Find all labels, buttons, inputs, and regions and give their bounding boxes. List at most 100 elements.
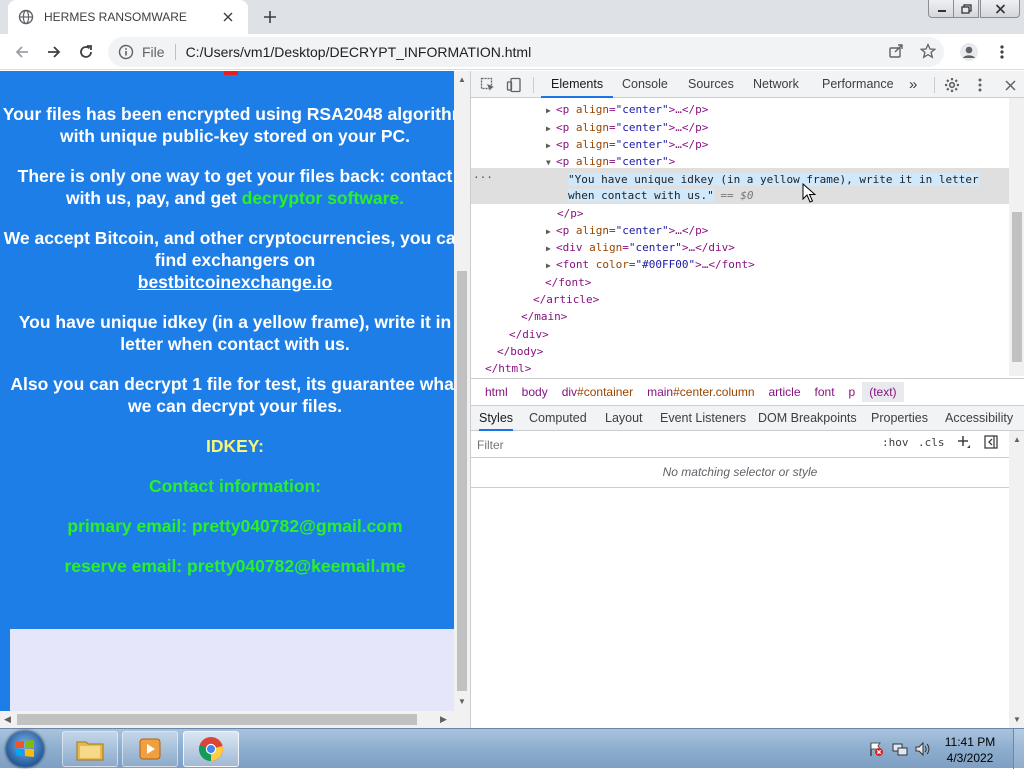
clock-date: 4/3/2022 [946,751,994,765]
dom-tree: ▶ <p align="center">…</p> ▶ <p align="cent… [471,98,1009,376]
browser-menu-button[interactable] [990,40,1014,64]
taskbar-media-player-button[interactable] [122,731,178,767]
back-arrow-icon [15,46,28,58]
dom-node[interactable]: ▶ <p align="center">…</p> [546,222,708,239]
volume-icon[interactable] [914,741,930,757]
close-window-button[interactable] [980,0,1020,18]
ransom-note-content: Your files has been encrypted using RSA2… [0,71,454,595]
tab-computed[interactable]: Computed [529,406,587,431]
forward-button[interactable] [42,40,66,64]
new-tab-button[interactable] [258,6,282,28]
scroll-right-arrow-icon[interactable]: ▶ [440,714,447,725]
tab-layout[interactable]: Layout [605,406,643,431]
reload-button[interactable] [74,40,98,64]
restore-button[interactable] [953,0,979,18]
action-center-flag-icon[interactable] [868,741,884,757]
dom-node[interactable]: ▶ <font color="#00FF00">…</font> [546,256,755,273]
dom-node[interactable]: ▶ <p align="center">…</p> [546,119,708,136]
tab-elements[interactable]: Elements [541,71,614,98]
dom-node-close[interactable]: </body> [497,343,543,360]
tab-network[interactable]: Network [753,71,799,98]
taskbar-chrome-button[interactable] [183,731,239,767]
tab-console[interactable]: Console [622,71,668,98]
dom-node-close[interactable]: </font> [545,274,591,291]
dom-scroll-thumb[interactable] [1012,212,1022,362]
dom-node-close[interactable]: </p> [557,205,584,222]
browser-tab[interactable]: HERMES RANSOMWARE [8,0,248,34]
start-button[interactable] [6,731,44,767]
idkey-paragraph: You have unique idkey (in a yellow frame… [18,312,452,354]
browser-toolbar: File C:/Users/vm1/Desktop/DECRYPT_INFORM… [0,34,1024,70]
share-icon[interactable] [888,43,904,59]
breadcrumb-body[interactable]: body [515,382,555,402]
styles-scrollbar[interactable]: ▲ ▼ [1009,431,1024,728]
close-tab-icon[interactable] [218,7,238,27]
settings-gear-icon[interactable] [943,76,961,94]
dom-node-close[interactable]: </html> [485,360,531,376]
add-style-rule-icon[interactable] [957,435,971,449]
profile-avatar-button[interactable] [957,40,981,64]
tab-dom-breakpoints[interactable]: DOM Breakpoints [758,406,857,431]
mouse-cursor-icon [802,183,816,203]
selected-text-node-cont[interactable]: when contact with us." == $0 [568,187,753,204]
breadcrumb-font[interactable]: font [808,382,842,402]
scroll-up-arrow-icon[interactable]: ▲ [458,75,466,84]
breadcrumb-main[interactable]: main#center.column [640,382,761,402]
breadcrumb-text[interactable]: (text) [862,382,904,402]
minimize-button[interactable] [928,0,956,18]
breadcrumb-p[interactable]: p [842,382,863,402]
scroll-up-arrow-icon[interactable]: ▲ [1013,435,1021,444]
breadcrumb-html[interactable]: html [478,382,515,402]
payment-paragraph: There is only one way to get your files … [0,165,454,209]
clock[interactable]: 11:41 PM 4/3/2022 [930,734,1010,766]
cls-toggle[interactable]: .cls [918,436,945,449]
breadcrumb-article[interactable]: article [762,382,808,402]
node-actions-dots[interactable]: ··· [473,169,493,186]
tab-performance[interactable]: Performance [822,71,894,98]
back-button[interactable] [10,40,34,64]
windows-logo-icon [16,740,34,757]
tab-accessibility[interactable]: Accessibility [945,406,1013,431]
exchange-link[interactable]: bestbitcoinexchange.io [138,272,332,292]
url-text[interactable]: C:/Users/vm1/Desktop/DECRYPT_INFORMATION… [186,44,532,60]
tab-styles[interactable]: Styles [479,406,514,431]
scroll-down-arrow-icon[interactable]: ▼ [1013,715,1021,724]
dom-node-close[interactable]: </main> [521,308,567,325]
dom-tree-scrollbar[interactable] [1009,98,1024,376]
page-vertical-scrollbar[interactable]: ▲ ▼ [454,71,470,711]
tab-sources[interactable]: Sources [688,71,734,98]
dom-node[interactable]: ▶ <p align="center">…</p> [546,101,708,118]
hov-toggle[interactable]: :hov [882,436,909,449]
more-tabs-icon[interactable]: » [909,71,917,98]
address-bar[interactable]: File C:/Users/vm1/Desktop/DECRYPT_INFORM… [108,37,944,67]
dom-node-close[interactable]: </article> [533,291,599,308]
tab-properties[interactable]: Properties [871,406,928,431]
tab-event-listeners[interactable]: Event Listeners [660,406,746,431]
profile-icon [960,43,978,61]
page-horizontal-scrollbar[interactable]: ◀ ▶ [0,711,454,728]
network-icon[interactable] [892,741,908,757]
devtools-menu-icon[interactable] [971,76,989,94]
page-hscroll-thumb[interactable] [17,714,417,725]
close-devtools-icon[interactable] [1001,76,1019,94]
folder-icon [76,741,104,761]
taskbar-explorer-button[interactable] [62,731,118,767]
selected-text-node[interactable]: "You have unique idkey (in a yellow fram… [568,171,979,188]
tab-divider [533,77,534,93]
tab-title: HERMES RANSOMWARE [44,10,187,24]
toggle-sidebar-icon[interactable] [984,435,998,449]
styles-filter-input[interactable] [477,435,867,455]
show-desktop-button[interactable] [1013,729,1024,769]
scroll-left-arrow-icon[interactable]: ◀ [4,714,11,725]
inspect-element-icon[interactable] [479,76,497,94]
breadcrumb-div-container[interactable]: div#container [555,382,640,402]
dom-node[interactable]: ▶ <p align="center">…</p> [546,136,708,153]
info-icon[interactable] [118,44,134,60]
page-scroll-thumb[interactable] [457,271,467,691]
bookmark-star-icon[interactable] [920,43,936,59]
dom-node[interactable]: ▶ <div align="center">…</div> [546,239,735,256]
dom-node-expanded[interactable]: ▼ <p align="center"> [546,153,675,170]
dom-node-close[interactable]: </div> [509,326,549,343]
device-toolbar-icon[interactable] [505,76,523,94]
scroll-down-arrow-icon[interactable]: ▼ [458,697,466,706]
